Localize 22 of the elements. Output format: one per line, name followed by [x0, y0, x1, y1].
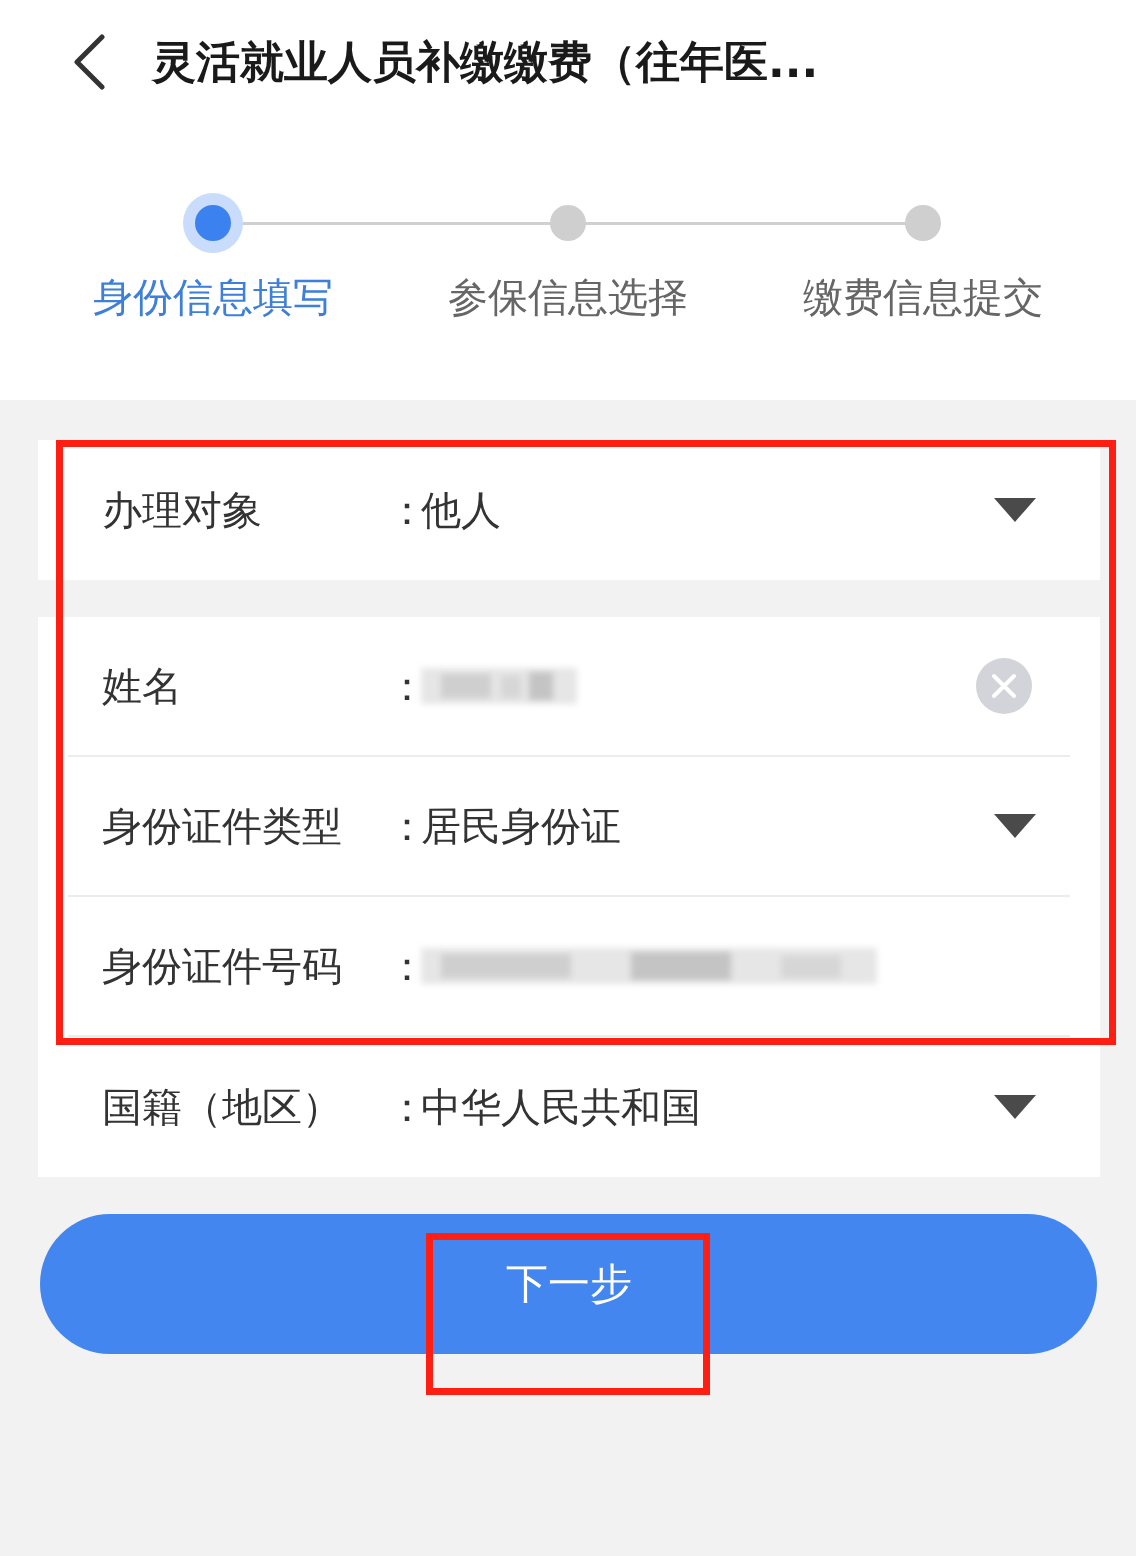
back-icon[interactable]	[72, 34, 106, 90]
next-step-button[interactable]: 下一步	[40, 1214, 1097, 1354]
field-label: 国籍（地区）	[102, 1082, 343, 1132]
step-tab[interactable]: 缴费信息提交	[802, 270, 1043, 325]
step-tab[interactable]: 身份信息填写	[93, 270, 334, 325]
field-label: 办理对象	[102, 485, 263, 535]
dropdown-triangle-icon[interactable]	[994, 498, 1036, 522]
field-colon: ：	[387, 485, 421, 535]
field-colon: ：	[387, 661, 421, 711]
field-colon: ：	[387, 1082, 421, 1132]
dropdown-triangle-icon[interactable]	[994, 1095, 1036, 1119]
dropdown-triangle-icon[interactable]	[994, 814, 1036, 838]
field-value[interactable]: 居民身份证	[421, 798, 994, 854]
field-value[interactable]: 他人	[421, 482, 994, 538]
field-colon: ：	[387, 941, 421, 991]
field-value[interactable]: 中华人民共和国	[421, 1079, 994, 1135]
field-label: 姓名	[102, 661, 183, 711]
field-label: 身份证件号码	[102, 941, 343, 991]
page-title: 灵活就业人员补缴缴费（往年医...	[152, 34, 819, 89]
step-tab[interactable]: 参保信息选择	[448, 270, 688, 325]
field-label: 身份证件类型	[102, 801, 343, 851]
field-colon: ：	[387, 801, 421, 851]
